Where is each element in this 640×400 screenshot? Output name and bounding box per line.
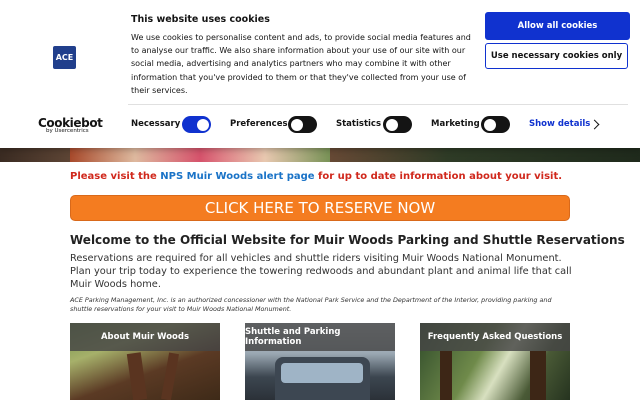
redwood-trunk xyxy=(440,351,452,400)
shuttle-parking-card[interactable]: Shuttle and Parking Information xyxy=(245,323,395,400)
statistics-toggle[interactable] xyxy=(383,116,412,133)
about-muir-woods-card[interactable]: About Muir Woods xyxy=(70,323,220,400)
chevron-right-icon[interactable] xyxy=(589,119,600,130)
nps-alert-link[interactable]: NPS Muir Woods alert page xyxy=(160,171,314,182)
cookiebot-subtitle: by Usercentrics xyxy=(46,128,89,134)
toggle-knob xyxy=(196,118,209,131)
cookiebot-logo: Cookiebot by Usercentrics xyxy=(38,116,103,134)
preferences-toggle[interactable] xyxy=(288,116,317,133)
card-caption: About Muir Woods xyxy=(70,323,220,351)
divider xyxy=(128,104,628,105)
redwood-trunk xyxy=(530,351,546,400)
faq-card[interactable]: Frequently Asked Questions xyxy=(420,323,570,400)
redwood-trunk xyxy=(126,352,148,400)
necessary-cookies-only-button[interactable]: Use necessary cookies only xyxy=(485,43,628,69)
alert-prefix: Please visit the xyxy=(70,171,161,182)
intro-text: Reservations are required for all vehicl… xyxy=(70,253,572,290)
cookie-title: This website uses cookies xyxy=(131,14,270,25)
toggle-knob xyxy=(290,118,303,131)
cookie-description: We use cookies to personalise content an… xyxy=(131,33,471,95)
alert-message: Please visit the NPS Muir Woods alert pa… xyxy=(70,171,562,182)
bus-windshield xyxy=(281,363,363,383)
alert-suffix: for up to date information about your vi… xyxy=(314,171,563,182)
toggle-knob xyxy=(483,118,496,131)
toggle-label-marketing: Marketing xyxy=(431,119,480,129)
marketing-toggle[interactable] xyxy=(481,116,510,133)
necessary-toggle[interactable] xyxy=(182,116,211,133)
page-title: Welcome to the Official Website for Muir… xyxy=(70,233,625,247)
concessioner-note: ACE Parking Management, Inc. is an autho… xyxy=(70,296,552,313)
card-caption: Frequently Asked Questions xyxy=(420,323,570,351)
allow-all-cookies-button[interactable]: Allow all cookies xyxy=(485,12,630,40)
show-details-link[interactable]: Show details xyxy=(529,119,590,129)
card-caption: Shuttle and Parking Information xyxy=(245,323,395,351)
redwood-trunk xyxy=(160,352,180,400)
cookie-banner: ACE This website uses cookies We use coo… xyxy=(0,0,640,148)
toggle-label-necessary: Necessary xyxy=(131,119,181,129)
toggle-label-preferences: Preferences xyxy=(230,119,288,129)
ace-logo: ACE xyxy=(53,46,76,69)
toggle-knob xyxy=(385,118,398,131)
reserve-now-button[interactable]: CLICK HERE TO RESERVE NOW xyxy=(70,195,570,221)
toggle-label-statistics: Statistics xyxy=(336,119,382,129)
